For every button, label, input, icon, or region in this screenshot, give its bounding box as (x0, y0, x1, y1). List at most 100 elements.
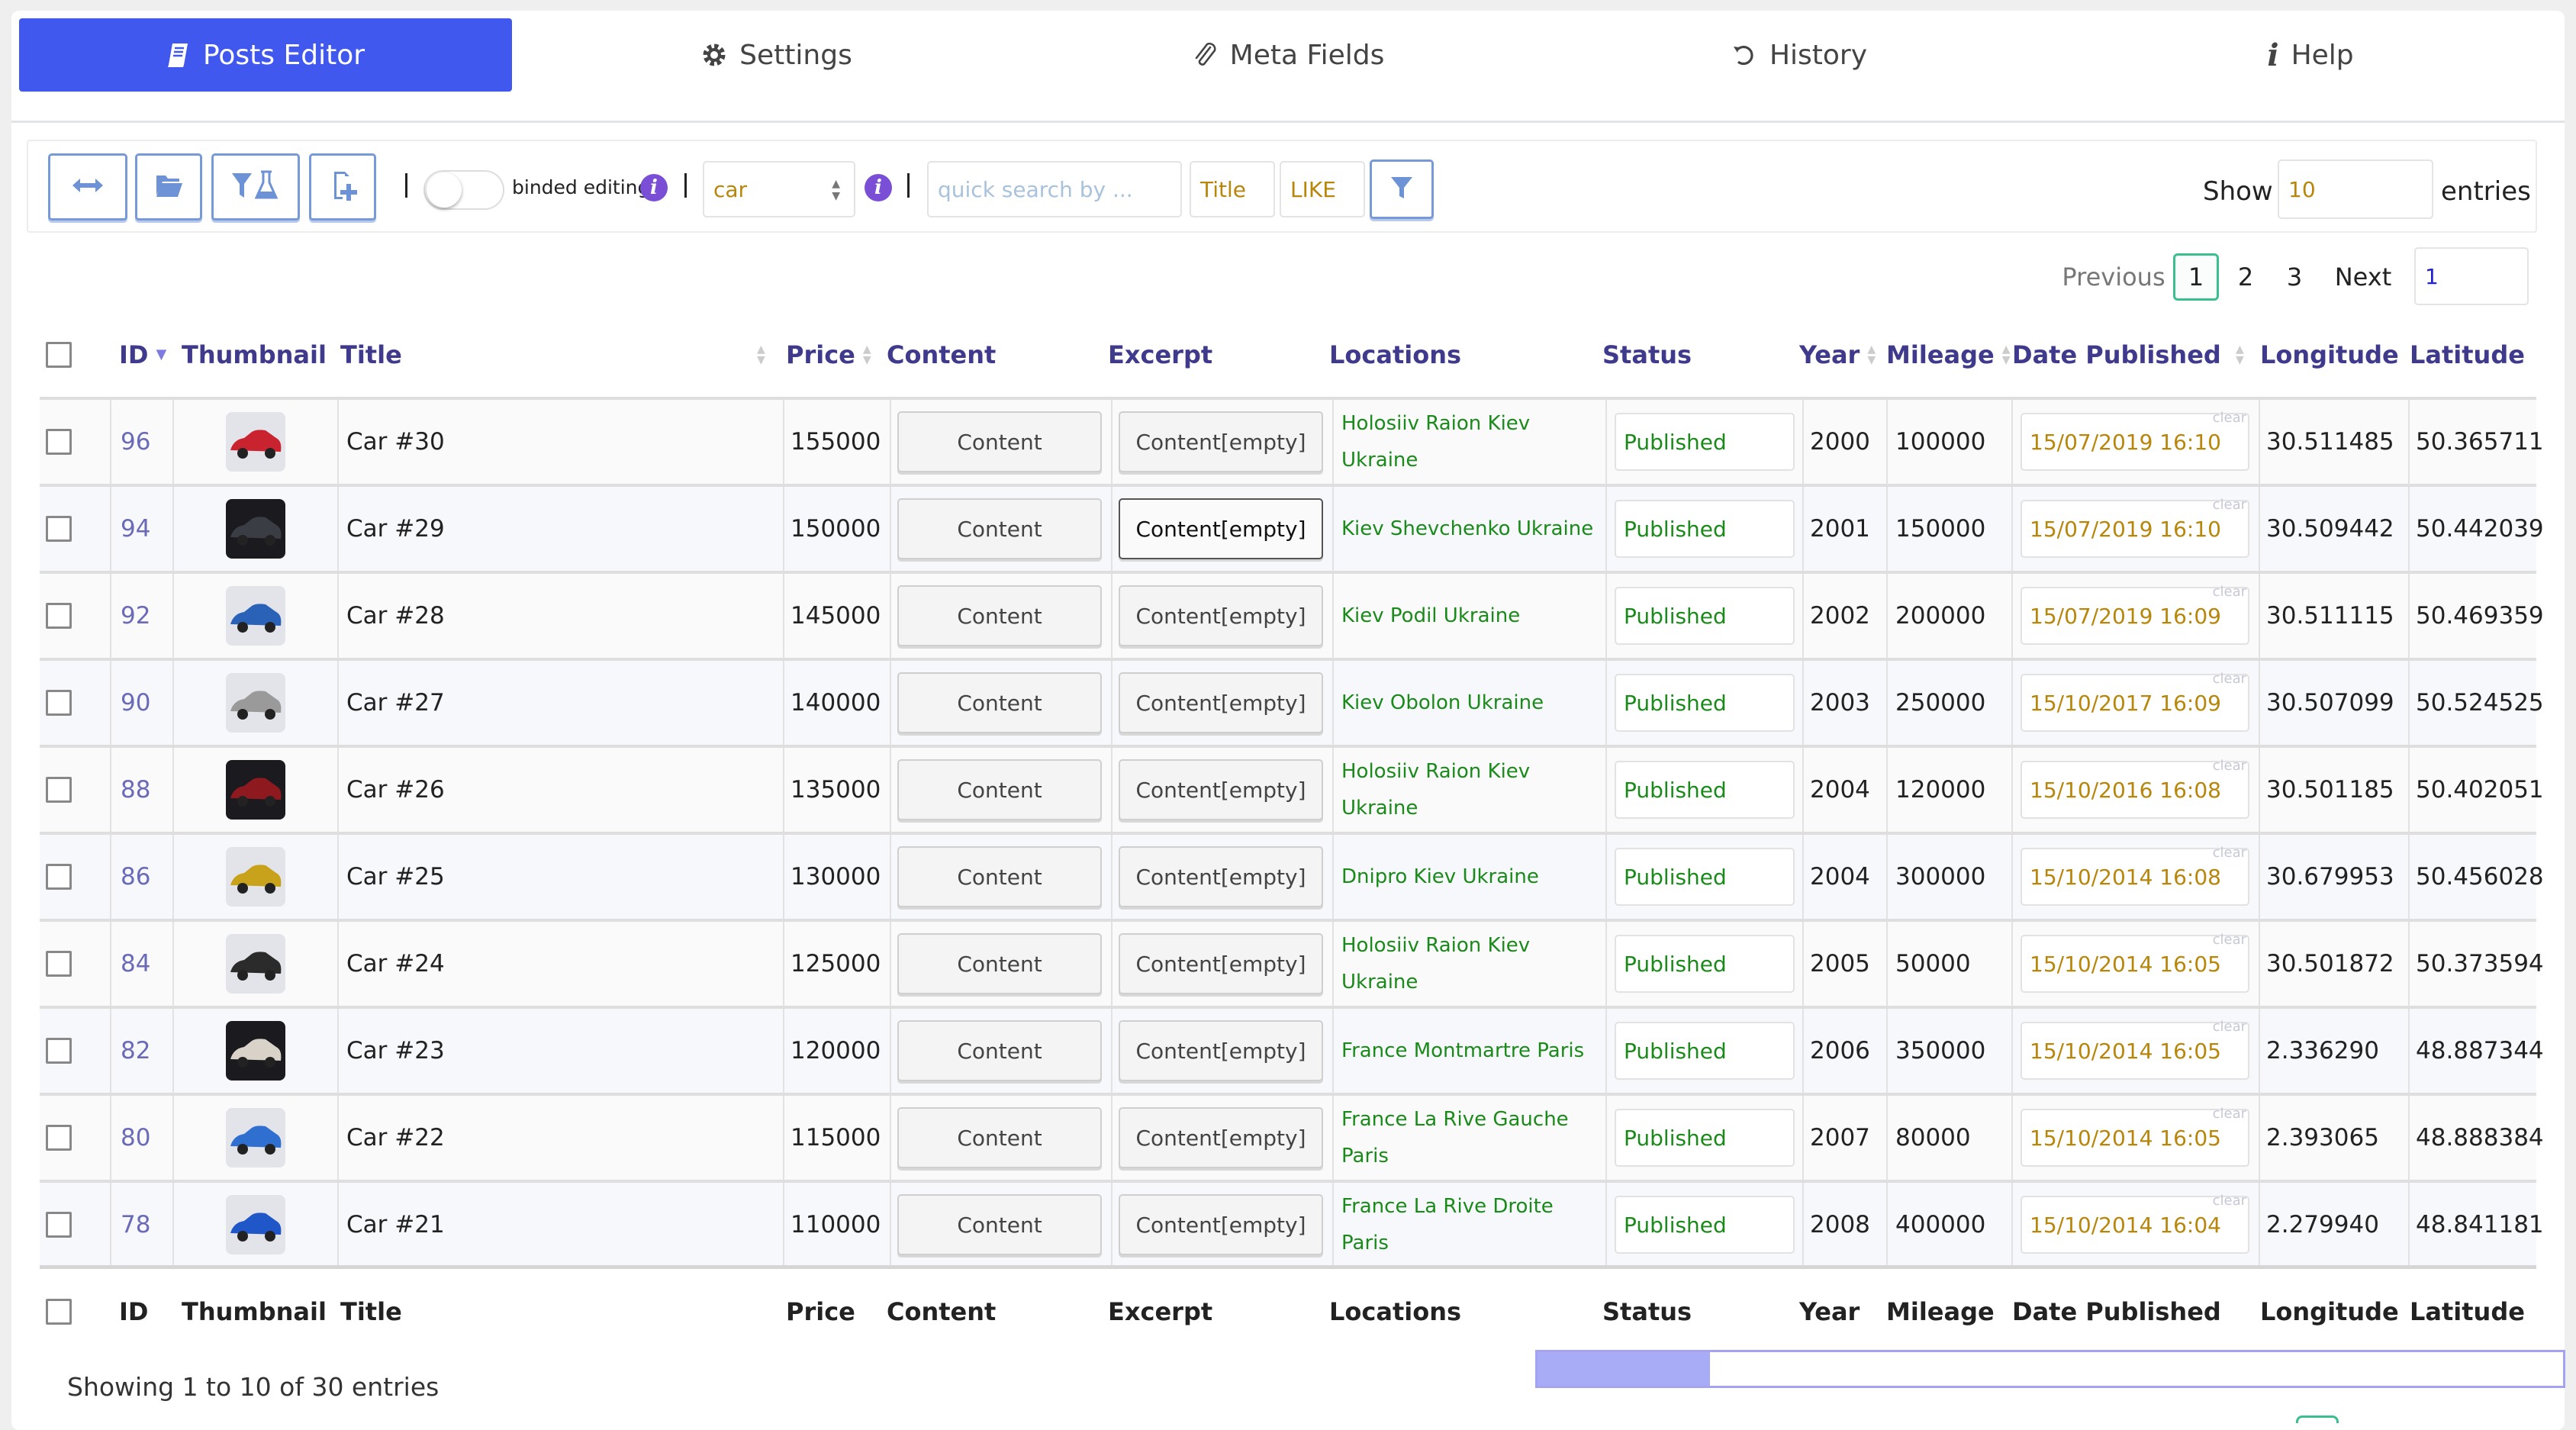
row-checkbox[interactable] (46, 603, 72, 629)
search-operator-select[interactable]: LIKE (1280, 161, 1365, 217)
column-header-mileage[interactable]: Mileage ▲ ▼ (1886, 320, 2010, 389)
excerpt-button[interactable]: Content[empty] (1119, 1107, 1323, 1168)
excerpt-button[interactable]: Content[empty] (1119, 1194, 1323, 1255)
car-thumbnail[interactable] (226, 586, 285, 646)
column-header-id[interactable]: ID ▼ (119, 320, 166, 389)
row-checkbox[interactable] (46, 429, 72, 455)
car-thumbnail[interactable] (226, 412, 285, 472)
row-checkbox[interactable] (46, 951, 72, 977)
status-select[interactable]: Published (1615, 761, 1795, 819)
page-2-button[interactable]: 2 (2227, 253, 2265, 301)
quick-search-input[interactable]: quick search by ... (927, 161, 1182, 217)
row-id-link[interactable]: 90 (111, 689, 150, 717)
tab-posts-editor[interactable]: Posts Editor (19, 18, 512, 92)
goto-page-input[interactable]: 1 (2414, 247, 2529, 305)
tab-help[interactable]: i Help (2064, 18, 2557, 92)
content-button[interactable]: Content (897, 933, 1102, 994)
select-all-checkbox[interactable] (46, 342, 72, 368)
car-thumbnail[interactable] (226, 847, 285, 907)
date-published-input[interactable]: 15/07/2019 16:10 clear (2021, 497, 2249, 558)
row-id-link[interactable]: 86 (111, 863, 150, 891)
row-id-link[interactable]: 96 (111, 428, 150, 456)
table-row[interactable]: 84 Car #24 125000 Content Content[empty] Holo… (40, 919, 2544, 1006)
next-page-button[interactable]: Next (2329, 253, 2397, 301)
table-row[interactable]: 80 Car #22 115000 Content Content[empty] Fran… (40, 1093, 2544, 1180)
car-thumbnail[interactable] (226, 673, 285, 733)
status-select[interactable]: Published (1615, 1022, 1795, 1080)
row-id-link[interactable]: 80 (111, 1124, 150, 1151)
excerpt-button[interactable]: Content[empty] (1119, 498, 1323, 559)
clear-date-button[interactable]: clear (2213, 584, 2246, 600)
row-checkbox[interactable] (46, 864, 72, 890)
date-published-input[interactable]: 15/10/2017 16:09 clear (2021, 671, 2249, 732)
binded-editing-info-icon[interactable]: i (640, 174, 668, 201)
table-row[interactable]: 78 Car #21 110000 Content Content[empty] Fran… (40, 1180, 2544, 1267)
horizontal-scrollbar[interactable] (1535, 1350, 2565, 1388)
row-checkbox[interactable] (46, 516, 72, 542)
excerpt-button[interactable]: Content[empty] (1119, 933, 1323, 994)
row-id-link[interactable]: 78 (111, 1211, 150, 1238)
page-1-button[interactable]: 1 (2173, 253, 2219, 301)
content-button[interactable]: Content (897, 411, 1102, 472)
open-folder-button[interactable] (135, 153, 202, 221)
date-published-input[interactable]: 15/10/2014 16:04 clear (2021, 1193, 2249, 1254)
date-published-input[interactable]: 15/10/2016 16:08 clear (2021, 758, 2249, 819)
column-header-date-published[interactable]: Date Published (2012, 320, 2221, 389)
status-select[interactable]: Published (1615, 674, 1795, 732)
content-button[interactable]: Content (897, 846, 1102, 907)
page-3-button[interactable]: 3 (2275, 253, 2314, 301)
previous-page-button[interactable]: Previous (2060, 253, 2167, 301)
table-row[interactable]: 86 Car #25 130000 Content Content[empty] Dnip… (40, 832, 2544, 919)
column-header-title[interactable]: Title (340, 320, 402, 389)
table-row[interactable]: 88 Car #26 135000 Content Content[empty] Holo… (40, 745, 2544, 832)
clear-date-button[interactable]: clear (2213, 1019, 2246, 1035)
select-all-checkbox-footer[interactable] (46, 1299, 72, 1325)
content-button[interactable]: Content (897, 1020, 1102, 1081)
status-select[interactable]: Published (1615, 500, 1795, 558)
clear-date-button[interactable]: clear (2213, 410, 2246, 426)
content-button[interactable]: Content (897, 1194, 1102, 1255)
clear-date-button[interactable]: clear (2213, 1106, 2246, 1122)
clear-date-button[interactable]: clear (2213, 932, 2246, 948)
row-id-link[interactable]: 92 (111, 602, 150, 630)
date-sort-icon[interactable]: ▲ ▼ (2228, 320, 2244, 389)
fit-width-button[interactable] (48, 153, 127, 221)
date-published-input[interactable]: 15/10/2014 16:08 clear (2021, 845, 2249, 906)
car-thumbnail[interactable] (226, 934, 285, 994)
excerpt-button[interactable]: Content[empty] (1119, 1020, 1323, 1081)
date-published-input[interactable]: 15/07/2019 16:09 clear (2021, 584, 2249, 645)
row-checkbox[interactable] (46, 1212, 72, 1238)
scrollbar-thumb[interactable] (1538, 1352, 1710, 1386)
table-row[interactable]: 90 Car #27 140000 Content Content[empty] Kiev… (40, 658, 2544, 745)
excerpt-button[interactable]: Content[empty] (1119, 846, 1323, 907)
row-checkbox[interactable] (46, 690, 72, 716)
status-select[interactable]: Published (1615, 587, 1795, 645)
table-row[interactable]: 96 Car #30 155000 Content Content[empty] Holo… (40, 397, 2544, 484)
row-checkbox[interactable] (46, 1038, 72, 1064)
content-button[interactable]: Content (897, 759, 1102, 820)
search-field-select[interactable]: Title (1190, 161, 1275, 217)
content-button[interactable]: Content (897, 672, 1102, 733)
page-length-input[interactable]: 10 (2278, 159, 2433, 219)
table-row[interactable]: 92 Car #28 145000 Content Content[empty] Kiev… (40, 571, 2544, 658)
date-published-input[interactable]: 15/10/2014 16:05 clear (2021, 1019, 2249, 1080)
clear-date-button[interactable]: clear (2213, 497, 2246, 513)
status-select[interactable]: Published (1615, 848, 1795, 906)
clear-date-button[interactable]: clear (2213, 671, 2246, 687)
date-published-input[interactable]: 15/10/2014 16:05 clear (2021, 1106, 2249, 1167)
content-button[interactable]: Content (897, 585, 1102, 646)
column-header-year[interactable]: Year ▲ ▼ (1799, 320, 1876, 389)
tab-history[interactable]: History (1553, 18, 2046, 92)
add-post-button[interactable] (309, 153, 376, 221)
status-select[interactable]: Published (1615, 1109, 1795, 1167)
clear-date-button[interactable]: clear (2213, 1193, 2246, 1209)
post-type-info-icon[interactable]: i (865, 174, 892, 201)
tab-meta-fields[interactable]: Meta Fields (1042, 18, 1534, 92)
car-thumbnail[interactable] (226, 1021, 285, 1081)
row-id-link[interactable]: 94 (111, 515, 150, 543)
content-button[interactable]: Content (897, 1107, 1102, 1168)
row-checkbox[interactable] (46, 1125, 72, 1151)
table-row[interactable]: 82 Car #23 120000 Content Content[empty] Fran… (40, 1006, 2544, 1093)
date-published-input[interactable]: 15/07/2019 16:10 clear (2021, 410, 2249, 471)
excerpt-button[interactable]: Content[empty] (1119, 585, 1323, 646)
